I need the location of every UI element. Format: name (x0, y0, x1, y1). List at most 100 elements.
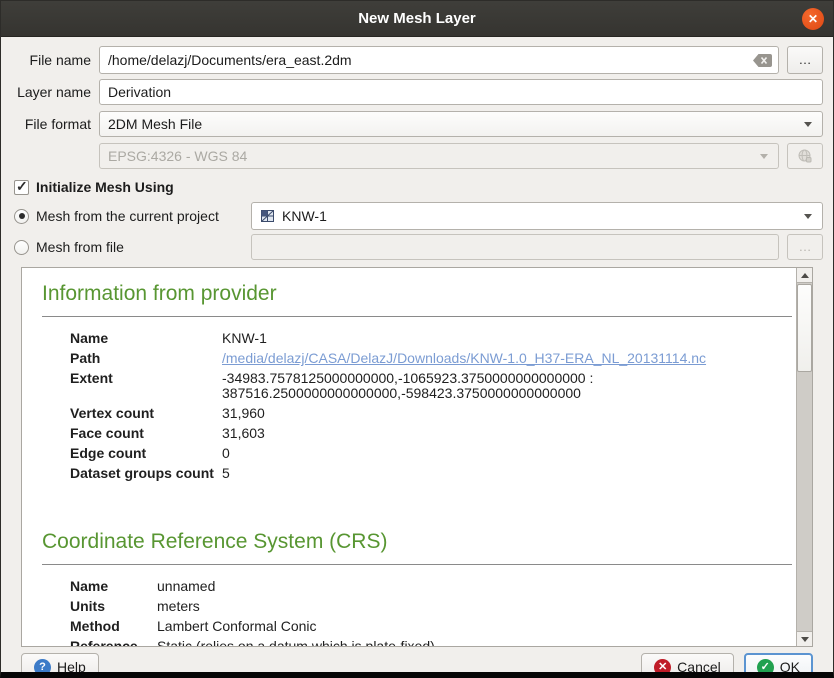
table-row: Face count 31,603 (70, 426, 792, 441)
mesh-from-project-row: Mesh from the current project KNW-1 (11, 202, 823, 230)
help-button[interactable]: ? Help (21, 653, 99, 678)
chevron-down-icon (804, 214, 812, 219)
scroll-up-button[interactable] (797, 268, 812, 283)
project-mesh-combo[interactable]: KNW-1 (251, 202, 823, 230)
table-row: Units meters (70, 599, 792, 614)
table-row: Name unnamed (70, 579, 792, 594)
mesh-from-file-label: Mesh from file (36, 239, 124, 255)
cancel-button-label: Cancel (677, 659, 721, 675)
row-label: Reference (70, 639, 157, 646)
row-label: Units (70, 599, 157, 614)
file-format-row: File format 2DM Mesh File (11, 111, 823, 137)
row-value: 0 (222, 446, 230, 461)
file-format-label: File format (11, 116, 91, 132)
info-panel: Information from provider Name KNW-1 Pat… (21, 267, 813, 647)
layer-name-row: Layer name (11, 79, 823, 105)
mesh-from-file-radio[interactable] (14, 240, 29, 255)
mesh-file-input (251, 234, 779, 260)
project-mesh-value: KNW-1 (282, 208, 798, 224)
globe-icon (797, 148, 813, 164)
row-value: 5 (222, 466, 230, 481)
triangle-down-icon (801, 637, 809, 642)
close-icon: ✕ (808, 13, 818, 25)
ok-button-label: OK (780, 659, 800, 675)
row-label: Path (70, 351, 222, 366)
table-row: Path /media/delazj/CASA/DelazJ/Downloads… (70, 351, 792, 366)
mesh-layer-icon (260, 208, 276, 224)
mesh-from-file-left: Mesh from file (11, 239, 251, 255)
mesh-from-file-row: Mesh from file … (11, 234, 823, 260)
row-label: Face count (70, 426, 222, 441)
mesh-from-project-left: Mesh from the current project (11, 208, 251, 224)
dialog-body: File name … Layer name File format (1, 37, 833, 678)
info-panel-content: Information from provider Name KNW-1 Pat… (22, 268, 812, 646)
mesh-file-browse-button: … (787, 234, 823, 260)
section-gap (42, 486, 792, 524)
chevron-down-icon (760, 154, 768, 159)
initialize-mesh-row: ✓ Initialize Mesh Using (14, 178, 823, 196)
layer-name-input[interactable] (99, 79, 823, 105)
row-value: -34983.7578125000000000,-1065923.3750000… (222, 371, 782, 401)
row-label: Edge count (70, 446, 222, 461)
crs-select-button (787, 143, 823, 169)
row-label: Name (70, 331, 222, 346)
cancel-button[interactable]: ✕ Cancel (641, 653, 734, 678)
help-button-label: Help (57, 659, 86, 675)
row-value: Static (relies on a datum which is plate… (157, 639, 435, 646)
row-value: meters (157, 599, 200, 614)
new-mesh-layer-dialog: New Mesh Layer ✕ File name … Layer name (0, 0, 834, 678)
triangle-up-icon (801, 273, 809, 278)
section-divider (42, 564, 792, 565)
table-row: Extent -34983.7578125000000000,-1065923.… (70, 371, 792, 401)
mesh-from-project-radio[interactable] (14, 209, 29, 224)
row-label: Dataset groups count (70, 466, 222, 481)
clear-text-icon[interactable] (753, 54, 772, 72)
cancel-icon: ✕ (654, 659, 671, 676)
crs-row: EPSG:4326 - WGS 84 (11, 143, 823, 169)
mesh-file-input-wrap (251, 234, 779, 260)
crs-value: EPSG:4326 - WGS 84 (108, 148, 754, 164)
provider-info-table: Name KNW-1 Path /media/delazj/CASA/Delaz… (70, 331, 792, 481)
table-row: Name KNW-1 (70, 331, 792, 346)
row-value: 31,603 (222, 426, 265, 441)
chevron-down-icon (804, 122, 812, 127)
file-name-input[interactable] (99, 46, 779, 74)
crs-section-title: Coordinate Reference System (CRS) (42, 530, 792, 554)
ok-button[interactable]: ✓ OK (744, 653, 813, 678)
table-row: Reference Static (relies on a datum whic… (70, 639, 792, 646)
section-divider (42, 316, 792, 317)
titlebar: New Mesh Layer ✕ (1, 1, 833, 37)
close-button[interactable]: ✕ (802, 8, 824, 30)
file-name-input-wrap (99, 46, 779, 74)
file-format-value: 2DM Mesh File (108, 116, 798, 132)
crs-combo: EPSG:4326 - WGS 84 (99, 143, 779, 169)
row-label: Extent (70, 371, 222, 401)
file-name-label: File name (11, 52, 91, 68)
button-box: ? Help ✕ Cancel ✓ OK (11, 647, 823, 678)
help-icon: ? (34, 659, 51, 676)
crs-info-table: Name unnamed Units meters Method Lambert… (70, 579, 792, 646)
mesh-from-project-label: Mesh from the current project (36, 208, 219, 224)
provider-section-title: Information from provider (42, 282, 792, 306)
row-label: Method (70, 619, 157, 634)
table-row: Vertex count 31,960 (70, 406, 792, 421)
layer-name-label: Layer name (11, 84, 91, 100)
path-link[interactable]: /media/delazj/CASA/DelazJ/Downloads/KNW-… (222, 351, 706, 366)
table-row: Method Lambert Conformal Conic (70, 619, 792, 634)
layer-name-input-wrap (99, 79, 823, 105)
table-row: Dataset groups count 5 (70, 466, 792, 481)
row-value: 31,960 (222, 406, 265, 421)
vertical-scrollbar[interactable] (796, 268, 812, 646)
scroll-down-button[interactable] (797, 631, 812, 646)
row-value: KNW-1 (222, 331, 267, 346)
window-title: New Mesh Layer (358, 10, 476, 27)
ok-icon: ✓ (757, 659, 774, 676)
row-value: unnamed (157, 579, 215, 594)
file-browse-button[interactable]: … (787, 46, 823, 74)
row-label: Name (70, 579, 157, 594)
row-label: Vertex count (70, 406, 222, 421)
file-format-combo[interactable]: 2DM Mesh File (99, 111, 823, 137)
scrollbar-thumb[interactable] (797, 284, 812, 372)
checkmark-icon: ✓ (16, 178, 28, 195)
initialize-mesh-checkbox[interactable]: ✓ (14, 180, 29, 195)
